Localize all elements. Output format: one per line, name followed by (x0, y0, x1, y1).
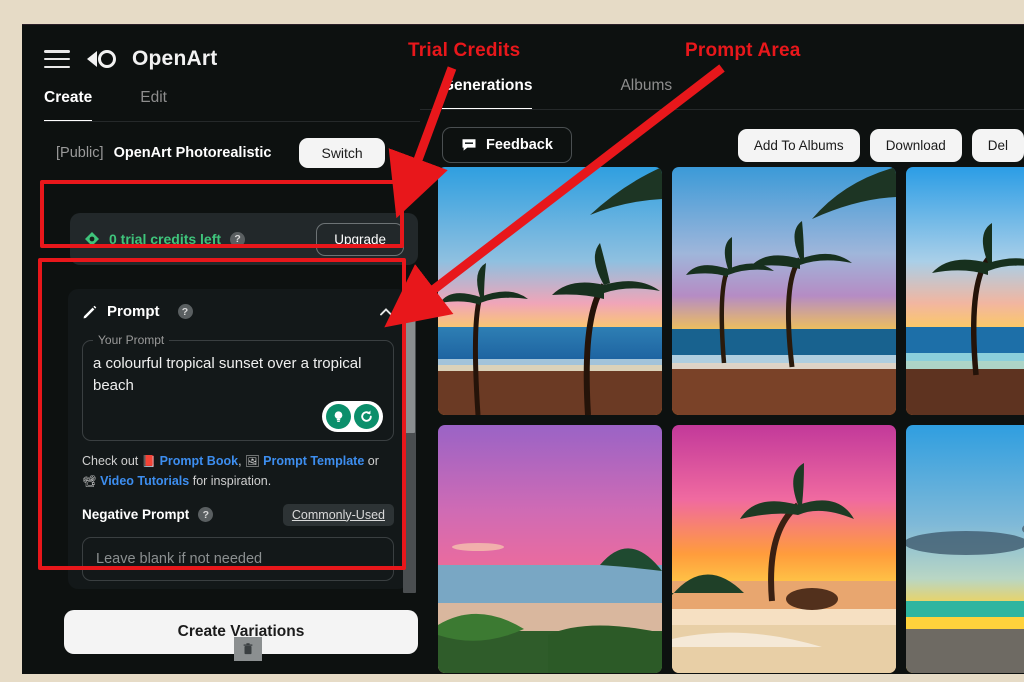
speech-bubble-icon (462, 139, 476, 151)
prompt-title: Prompt (107, 303, 160, 320)
gallery-column (672, 167, 896, 673)
delete-button[interactable]: Del (971, 128, 1024, 162)
download-button[interactable]: Download (869, 128, 962, 162)
generated-image-3[interactable] (906, 167, 1024, 415)
tab-edit[interactable]: Edit (140, 89, 167, 122)
generated-image-5[interactable] (672, 425, 896, 673)
prompt-panel-container: Prompt ? Your Prompt a colourful tropica… (62, 283, 426, 595)
prompt-action-icons (322, 401, 383, 432)
gallery-column (906, 167, 1024, 673)
trial-credits-bar: 0 trial credits left ? Upgrade (70, 213, 418, 265)
trash-icon[interactable] (234, 637, 262, 661)
right-tab-bar: Generations Albums (420, 25, 1024, 110)
generated-image-1[interactable] (438, 167, 662, 415)
negative-question-mark-icon[interactable]: ? (198, 507, 214, 523)
inspiration-links: Check out 📕 Prompt Book, 🖼 Prompt Templa… (82, 452, 394, 492)
film-projector-icon: 📽 (82, 475, 97, 488)
generated-image-4[interactable] (438, 425, 662, 673)
picture-icon: 🖼 (245, 456, 260, 468)
prompt-input-fieldset[interactable]: Your Prompt a colourful tropical sunset … (82, 333, 394, 441)
generated-image-6[interactable] (906, 425, 1024, 673)
gallery-column (438, 167, 662, 673)
trial-credits-annotation-label: Trial Credits (408, 40, 521, 61)
closed-book-icon: 📕 (141, 456, 157, 468)
feedback-button[interactable]: Feedback (442, 127, 572, 163)
right-content-panel: Generations Albums Feedback Add To Album… (420, 25, 1024, 674)
tab-generations[interactable]: Generations (442, 77, 533, 110)
negative-prompt-label: Negative Prompt (82, 507, 190, 523)
add-to-albums-button[interactable]: Add To Albums (737, 128, 860, 162)
prompt-panel-scrollbar[interactable] (403, 283, 416, 593)
prompt-card: Prompt ? Your Prompt a colourful tropica… (68, 289, 408, 589)
tab-albums[interactable]: Albums (620, 77, 672, 110)
tab-create[interactable]: Create (44, 89, 93, 122)
gallery-toolbar: Feedback Add To Albums Download Del (420, 110, 1024, 163)
prompt-template-link[interactable]: Prompt Template (263, 454, 364, 468)
brand-name: OpenArt (132, 47, 218, 70)
prompt-header: Prompt ? (82, 303, 394, 320)
app-header: OpenArt (22, 25, 420, 71)
openart-app-window: OpenArt Create Edit [Public] OpenArt Pho… (22, 24, 1024, 674)
checkout-suffix: for inspiration. (192, 473, 272, 488)
negative-prompt-input[interactable] (82, 536, 394, 581)
lightbulb-icon[interactable] (326, 404, 351, 429)
feedback-label: Feedback (486, 137, 553, 153)
model-selector-row: [Public] OpenArt Photorealistic Switch (22, 122, 420, 168)
scroll-up-arrow-icon[interactable] (406, 283, 412, 288)
model-visibility-label: [Public] (56, 145, 104, 161)
refresh-icon[interactable] (354, 404, 379, 429)
screenshot-root: OpenArt Create Edit [Public] OpenArt Pho… (0, 0, 1024, 682)
checkout-prefix: Check out (82, 454, 139, 468)
switch-model-button[interactable]: Switch (299, 138, 385, 168)
model-name-label: OpenArt Photorealistic (113, 145, 272, 161)
prompt-field-legend: Your Prompt (98, 333, 165, 347)
commonly-used-button[interactable]: Commonly-Used (282, 503, 394, 526)
negative-prompt-header: Negative Prompt ? Commonly-Used (82, 503, 394, 526)
trial-credits-container: 0 trial credits left ? Upgrade (62, 205, 426, 273)
pencil-icon (83, 305, 97, 318)
left-sidebar-panel: OpenArt Create Edit [Public] OpenArt Pho… (22, 25, 420, 674)
prompt-area-annotation-label: Prompt Area (685, 40, 801, 61)
checkout-or: or (367, 454, 379, 468)
gallery-action-buttons: Add To Albums Download Del (737, 128, 1024, 162)
scrollbar-thumb[interactable] (404, 289, 415, 433)
checkout-comma: , (238, 454, 242, 468)
video-tutorials-link[interactable]: Video Tutorials (100, 474, 189, 488)
left-tab-bar: Create Edit (22, 71, 420, 122)
prompt-book-link[interactable]: Prompt Book (160, 454, 238, 468)
prompt-question-mark-icon[interactable]: ? (177, 304, 193, 319)
infinity-icon (87, 50, 116, 68)
prompt-input-value[interactable]: a colourful tropical sunset over a tropi… (93, 353, 383, 397)
hamburger-menu-icon[interactable] (44, 50, 70, 68)
generated-image-2[interactable] (672, 167, 896, 415)
generations-image-grid (438, 167, 1024, 673)
chevron-up-icon[interactable] (378, 304, 394, 320)
question-mark-icon[interactable]: ? (230, 231, 246, 247)
trial-credits-text: 0 trial credits left (109, 231, 222, 247)
upgrade-button[interactable]: Upgrade (316, 222, 404, 256)
diamond-icon (85, 232, 99, 246)
